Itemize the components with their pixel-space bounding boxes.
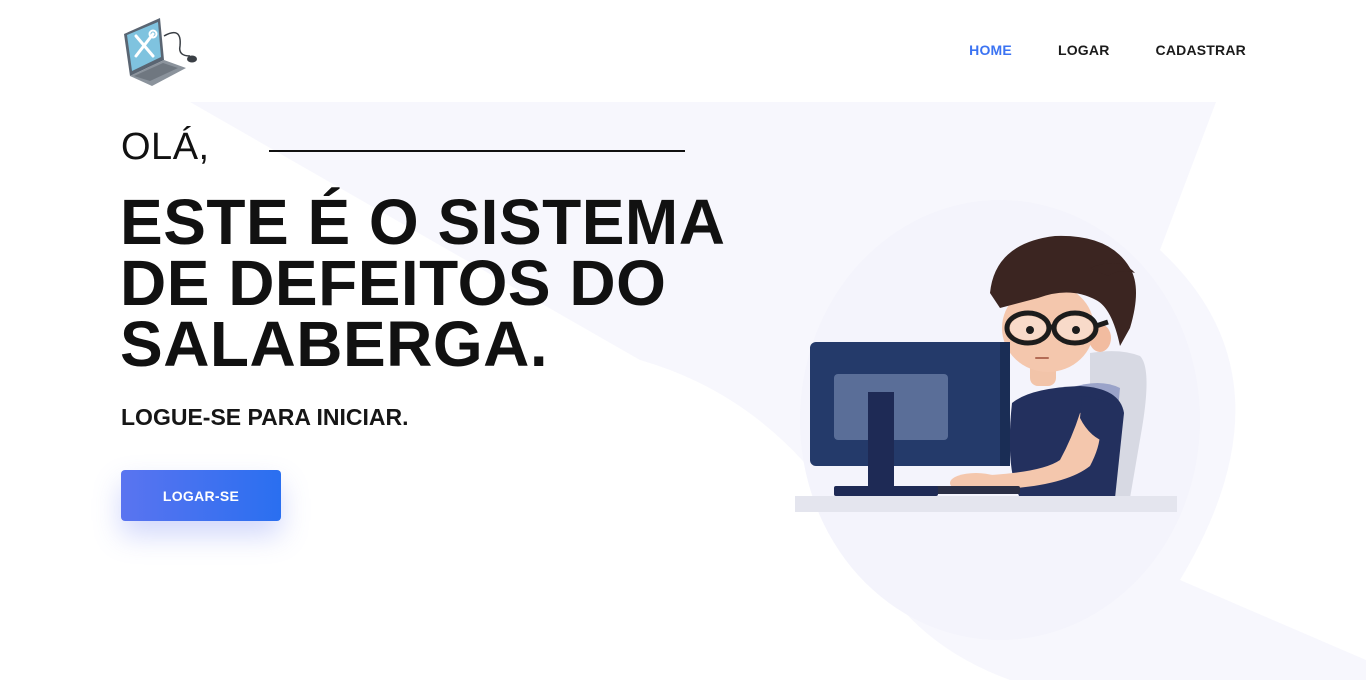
greeting-divider bbox=[269, 150, 685, 152]
login-button[interactable]: LOGAR-SE bbox=[121, 470, 281, 521]
laptop-tools-logo-icon[interactable] bbox=[120, 16, 202, 86]
greeting-text: OLÁ, bbox=[121, 126, 210, 168]
developer-at-computer-illustration bbox=[795, 235, 1177, 512]
nav-cadastrar-link[interactable]: CADASTRAR bbox=[1156, 42, 1246, 58]
hero-headline: ESTE É O SISTEMA DE DEFEITOS DO SALABERG… bbox=[120, 186, 724, 380]
nav-logar-link[interactable]: LOGAR bbox=[1058, 42, 1110, 58]
greeting-row: OLÁ, bbox=[121, 126, 685, 169]
hero-subtitle: LOGUE-SE PARA INICIAR. bbox=[121, 404, 409, 430]
nav-home-link[interactable]: HOME bbox=[969, 42, 1012, 58]
landing-page: HOME LOGAR CADASTRAR OLÁ, ESTE É O SISTE… bbox=[0, 0, 1366, 680]
main-nav: HOME LOGAR CADASTRAR bbox=[969, 42, 1246, 58]
